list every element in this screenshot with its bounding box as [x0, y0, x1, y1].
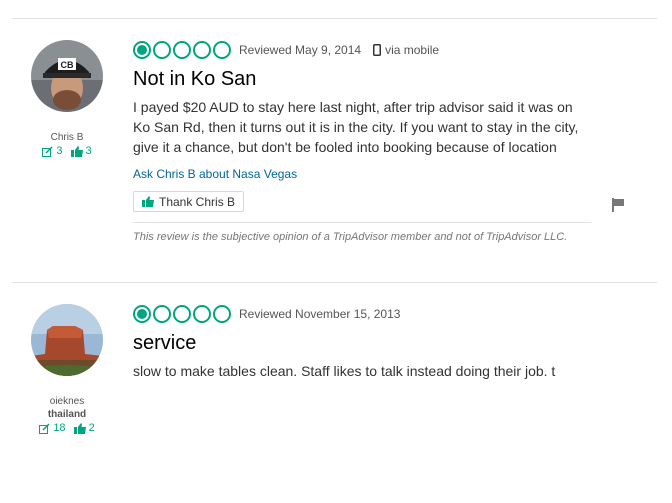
flag-icon[interactable]: [612, 198, 624, 212]
review-title[interactable]: Not in Ko San: [133, 68, 593, 91]
review-content: Reviewed November 15, 2013 service slow …: [133, 304, 593, 381]
review-content: Reviewed May 9, 2014 via mobile Not in K…: [133, 40, 593, 244]
member-info: oieknes thailand 18 2: [18, 304, 116, 434]
helpful-votes-icon: [73, 422, 86, 434]
member-counts: 18 2: [18, 422, 116, 434]
thank-button[interactable]: Thank Chris B: [133, 191, 245, 212]
helpful-votes-value: 2: [88, 422, 95, 434]
avatar[interactable]: [31, 304, 103, 376]
helpful-votes-icon: [70, 145, 83, 157]
review-card: oieknes thailand 18 2 Reviewed November …: [0, 282, 672, 482]
rating-bubble: [193, 305, 211, 323]
review-count[interactable]: 18: [39, 422, 66, 434]
via-mobile: via mobile: [373, 43, 439, 57]
rating-bubble: [133, 41, 151, 59]
rating-bubble: [213, 305, 231, 323]
via-mobile-label: via mobile: [385, 43, 440, 57]
review-body: slow to make tables clean. Staff likes t…: [133, 363, 556, 379]
review-count-icon: [42, 145, 53, 157]
review-count-value: 3: [56, 145, 63, 157]
helpful-votes[interactable]: 3: [70, 145, 92, 157]
rating-bubble: [173, 41, 191, 59]
rating-row: Reviewed November 15, 2013: [133, 304, 593, 324]
helpful-votes-value: 3: [85, 145, 92, 157]
review-count-icon: [39, 422, 50, 434]
ask-member-link[interactable]: Ask Chris B about Nasa Vegas: [133, 167, 593, 181]
review-disclaimer: This review is the subjective opinion of…: [133, 231, 568, 243]
rating-bubble: [213, 41, 231, 59]
review-card: CB Chris B 3 3 Reviewed May 9, 2014 via …: [0, 18, 672, 282]
member-counts: 3 3: [18, 145, 116, 157]
review-body: I payed $20 AUD to stay here last night,…: [133, 99, 579, 155]
svg-text:CB: CB: [61, 60, 74, 70]
thank-button-label: Thank Chris B: [159, 194, 236, 209]
rating-bubble: [153, 305, 171, 323]
review-date: Reviewed November 15, 2013: [239, 307, 401, 321]
member-info: CB Chris B 3 3: [18, 40, 116, 157]
rating-bubble: [133, 305, 151, 323]
thumbs-up-icon: [142, 196, 154, 207]
member-username[interactable]: oieknes: [18, 396, 116, 407]
member-username[interactable]: Chris B: [18, 132, 116, 143]
avatar[interactable]: CB: [31, 40, 103, 112]
review-count-value: 18: [53, 422, 66, 434]
rating-bubble: [193, 41, 211, 59]
bubble-rating: [133, 41, 231, 59]
helpful-votes[interactable]: 2: [73, 422, 95, 434]
rating-bubble: [173, 305, 191, 323]
mobile-phone-icon: [373, 44, 382, 56]
review-count[interactable]: 3: [42, 145, 63, 157]
member-location: thailand: [47, 409, 87, 420]
rating-bubble: [153, 41, 171, 59]
review-date: Reviewed May 9, 2014: [239, 43, 362, 57]
disclaimer-section: This review is the subjective opinion of…: [133, 222, 591, 244]
review-title[interactable]: service: [133, 332, 593, 355]
bubble-rating: [133, 305, 231, 323]
rating-row: Reviewed May 9, 2014 via mobile: [133, 40, 593, 60]
